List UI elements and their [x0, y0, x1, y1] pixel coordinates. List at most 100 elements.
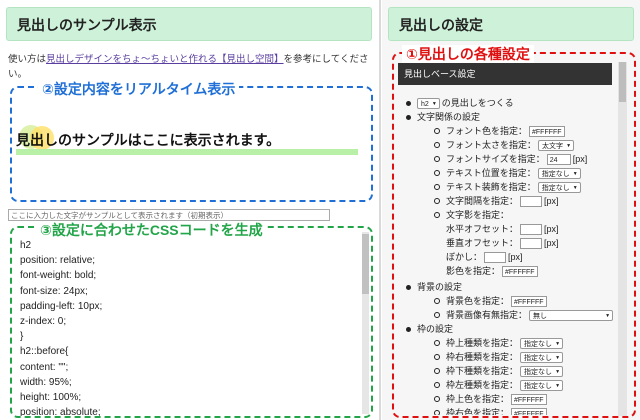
text-section-label: 文字関係の設定 [417, 112, 481, 122]
h-offset-input[interactable] [520, 223, 543, 235]
font-color-label: フォント色を指定： [446, 126, 528, 136]
usage-link[interactable]: 見出しデザインをちょ～ちょいと作れる【見出し空間】 [46, 54, 284, 65]
font-color-input[interactable]: #FFFFFF [529, 125, 565, 137]
bullet-icon [406, 114, 411, 120]
row-border-top-type: 枠上種類を指定： 指定なし [434, 337, 564, 350]
shadow-color-label: 影色を指定： [446, 266, 501, 276]
bullet-open-icon [434, 382, 440, 388]
v-offset-input[interactable] [520, 237, 543, 249]
row-text-section: 文字関係の設定 [406, 111, 480, 123]
px-unit: [px] [508, 252, 523, 262]
preview-heading: 見出しのサンプルはここに表示されます。 [16, 132, 281, 148]
settings-list: h2 の見出しをつくる 文字関係の設定 フォント色を指定： #FFFFFF フォ… [398, 93, 616, 415]
border-top-color-label: 枠上色を指定： [446, 394, 510, 404]
border-left-type-select[interactable]: 指定なし [520, 379, 564, 392]
font-weight-label: フォント太さを指定： [446, 140, 537, 150]
row-letter-spacing: 文字間隔を指定： [px] [434, 195, 559, 207]
row-font-weight: フォント太さを指定： 太文字 [434, 139, 575, 152]
preview-annotation: ②設定内容をリアルタイム表示 [38, 80, 240, 98]
bullet-icon [406, 284, 411, 290]
bg-image-select[interactable]: 無し [529, 309, 614, 322]
bg-image-label: 背景画像有無指定： [446, 310, 528, 320]
bullet-open-icon [434, 396, 440, 402]
settings-annotation: ①見出しの各種設定 [402, 45, 534, 63]
code-line: h2 [20, 240, 32, 251]
row-border-left-type: 枠左種類を指定： 指定なし [434, 379, 564, 392]
code-line: padding-left: 10px; [20, 300, 103, 312]
px-unit: [px] [572, 154, 588, 164]
bullet-open-icon [434, 156, 440, 162]
bullet-open-icon [434, 142, 440, 148]
code-line: font-weight: bold; [20, 270, 97, 282]
sample-header: 見出しのサンプル表示 [6, 7, 372, 41]
border-right-type-label: 枠右種類を指定： [446, 352, 519, 362]
heading-level-select[interactable]: h2 [417, 97, 440, 110]
border-top-type-select[interactable]: 指定なし [520, 337, 564, 350]
row-text-decoration: テキスト装飾を指定： 指定なし [434, 181, 581, 194]
letter-spacing-input[interactable] [520, 195, 543, 207]
bullet-icon [406, 326, 411, 332]
row-font-size: フォントサイズを指定： 24 [px] [434, 153, 587, 165]
font-weight-select[interactable]: 太文字 [538, 139, 575, 152]
row-v-offset: 垂直オフセット： [px] [446, 237, 559, 249]
row-border-right-type: 枠右種類を指定： 指定なし [434, 351, 564, 364]
border-top-color-input[interactable]: #FFFFFF [511, 393, 547, 405]
bullet-open-icon [434, 410, 440, 415]
text-decoration-select[interactable]: 指定なし [537, 181, 581, 194]
bullet-open-icon [434, 298, 440, 304]
blur-label: ぼかし： [446, 252, 483, 262]
bg-section-label: 背景の設定 [417, 282, 463, 292]
text-position-select[interactable]: 指定なし [537, 167, 581, 180]
text-decoration-label: テキスト装飾を指定： [446, 182, 536, 192]
bullet-open-icon [434, 184, 440, 190]
row-blur: ぼかし： [px] [446, 251, 523, 263]
bullet-open-icon [434, 212, 440, 218]
bullet-open-icon [434, 170, 440, 176]
code-line: position: absolute; [20, 407, 101, 416]
shadow-color-input[interactable]: #FFFFFF [502, 265, 538, 277]
border-bottom-type-label: 枠下種類を指定： [446, 366, 519, 376]
code-line: font-size: 24px; [20, 285, 88, 297]
bullet-open-icon [434, 340, 440, 346]
css-code-text[interactable]: h2 position: relative; font-weight: bold; f… [20, 238, 360, 416]
border-top-type-label: 枠上種類を指定： [446, 338, 519, 348]
row-bg-section: 背景の設定 [406, 281, 462, 293]
row-border-bottom-type: 枠下種類を指定： 指定なし [434, 365, 564, 378]
row-font-color: フォント色を指定： #FFFFFF [434, 125, 565, 137]
code-line: h2::before{ [20, 346, 69, 358]
border-right-type-select[interactable]: 指定なし [520, 351, 564, 364]
settings-scroll-thumb[interactable] [619, 62, 626, 102]
font-size-input[interactable]: 24 [546, 153, 571, 165]
bullet-open-icon [434, 354, 440, 360]
bullet-open-icon [434, 128, 440, 134]
code-line: height: 100%; [20, 392, 82, 404]
bullet-open-icon [434, 198, 440, 204]
sample-text-input[interactable]: ここに入力した文字がサンプルとして表示されます（初期表示） [8, 209, 330, 221]
base-settings-bar[interactable]: 見出しベース設定 [398, 63, 612, 85]
row-h-offset: 水平オフセット： [px] [446, 223, 559, 235]
code-annotation: ③設定に合わせたCSSコードを生成 [36, 221, 267, 239]
settings-header: 見出しの設定 [388, 7, 634, 41]
settings-scrollbar[interactable] [618, 62, 627, 416]
blur-input[interactable] [484, 251, 507, 263]
text-position-label: テキスト位置を指定： [446, 168, 536, 178]
code-line: content: ""; [20, 361, 69, 373]
border-bottom-type-select[interactable]: 指定なし [520, 365, 564, 378]
bg-color-input[interactable]: #FFFFFF [511, 295, 547, 307]
bg-color-label: 背景色を指定： [446, 296, 510, 306]
code-scrollbar[interactable] [362, 232, 369, 414]
px-unit: [px] [544, 224, 559, 234]
bullet-icon [406, 100, 411, 106]
bullet-open-icon [434, 312, 440, 318]
row-shadow-color: 影色を指定： #FFFFFF [446, 265, 538, 277]
row-border-section: 枠の設定 [406, 323, 453, 335]
usage-text: 使い方は見出しデザインをちょ～ちょいと作れる【見出し空間】を参考にしてください。 [8, 52, 376, 82]
code-line: width: 95%; [20, 376, 72, 388]
row-heading-level: h2 の見出しをつくる [406, 97, 514, 110]
row-border-top-color: 枠上色を指定： #FFFFFF [434, 393, 547, 405]
border-right-color-input[interactable]: #FFFFFF [511, 407, 547, 415]
code-line: } [20, 331, 24, 343]
code-line: z-index: 0; [20, 316, 67, 328]
code-scroll-thumb[interactable] [362, 234, 369, 294]
row-text-position: テキスト位置を指定： 指定なし [434, 167, 581, 180]
